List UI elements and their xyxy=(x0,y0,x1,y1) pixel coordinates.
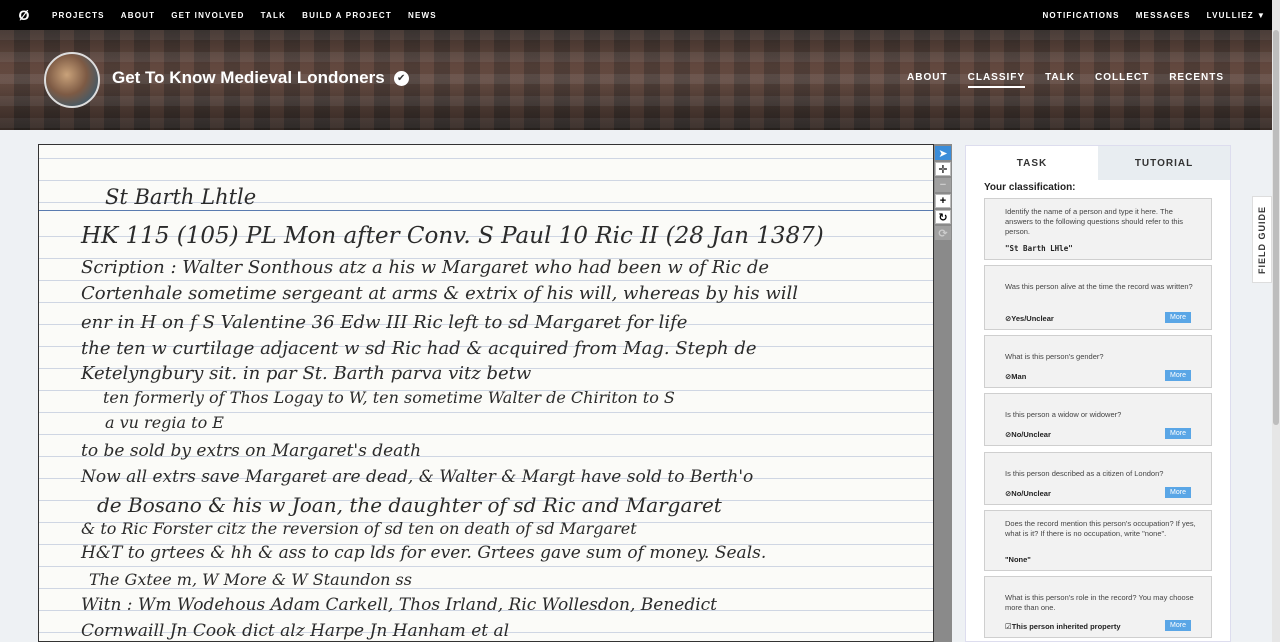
field-guide-label: FIELD GUIDE xyxy=(1257,205,1268,274)
move-icon[interactable]: ✛ xyxy=(935,162,951,176)
minus-icon[interactable]: − xyxy=(935,178,951,192)
image-toolbar: ➤ ✛ − + ↻ ⟳ xyxy=(934,144,952,642)
verified-check-icon: ✔ xyxy=(393,70,409,86)
question-card[interactable]: Identify the name of a person and type i… xyxy=(984,198,1212,260)
rotate-icon[interactable]: ↻ xyxy=(935,210,951,224)
tab-task[interactable]: TASK xyxy=(966,146,1098,180)
top-nav: Ø PROJECTS ABOUT GET INVOLVED TALK BUILD… xyxy=(0,0,1280,30)
more-button[interactable]: More xyxy=(1165,370,1191,381)
question-text: What is this person's gender? xyxy=(1005,352,1104,361)
handwritten-line: The Gxtee m, W More & W Staundon ss xyxy=(89,570,412,589)
question-card[interactable]: Was this person alive at the time the re… xyxy=(984,265,1212,330)
question-answer: ⊘No/Unclear xyxy=(1005,489,1051,498)
tab-tutorial[interactable]: TUTORIAL xyxy=(1098,146,1230,180)
project-nav-about[interactable]: ABOUT xyxy=(907,72,948,88)
handwritten-line: HK 115 (105) PL Mon after Conv. S Paul 1… xyxy=(81,223,824,249)
project-title[interactable]: Get To Know Medieval Londoners ✔ xyxy=(112,68,409,88)
question-text: Is this person a widow or widower? xyxy=(1005,410,1122,419)
pointer-icon[interactable]: ➤ xyxy=(935,146,951,160)
question-card[interactable]: Is this person a widow or widower? ⊘No/U… xyxy=(984,393,1212,446)
handwritten-line: Now all extrs save Margaret are dead, & … xyxy=(81,467,754,487)
nav-news[interactable]: NEWS xyxy=(408,11,437,20)
question-text: What is this person's role in the record… xyxy=(1005,593,1194,612)
project-banner: Get To Know Medieval Londoners ✔ ABOUT C… xyxy=(0,30,1280,130)
panel-tabs: TASK TUTORIAL xyxy=(966,146,1230,180)
handwritten-line: Cortenhale sometime sergeant at arms & e… xyxy=(81,283,799,304)
nav-right: NOTIFICATIONS MESSAGES LVULLIEZ ▼ xyxy=(1026,11,1266,20)
question-text: Is this person described as a citizen of… xyxy=(1005,469,1164,478)
handwritten-line: Witn : Wm Wodehous Adam Carkell, Thos Ir… xyxy=(81,595,717,615)
nav-notifications[interactable]: NOTIFICATIONS xyxy=(1042,11,1119,20)
handwritten-line: enr in H on f S Valentine 36 Edw III Ric… xyxy=(81,312,688,333)
handwritten-line: ten formerly of Thos Logay to W, ten som… xyxy=(103,388,675,407)
nav-messages[interactable]: MESSAGES xyxy=(1136,11,1191,20)
reset-icon[interactable]: ⟳ xyxy=(935,226,951,240)
handwritten-line: & to Ric Forster citz the reversion of s… xyxy=(81,519,637,538)
more-button[interactable]: More xyxy=(1165,487,1191,498)
subject-viewer[interactable]: St Barth Lhtle HK 115 (105) PL Mon after… xyxy=(38,144,934,642)
paper-header-line xyxy=(39,210,933,211)
project-nav-classify[interactable]: CLASSIFY xyxy=(967,72,1026,88)
question-text: Does the record mention this person's oc… xyxy=(1005,519,1196,538)
task-panel: TASK TUTORIAL Your classification: Ident… xyxy=(965,145,1231,642)
handwritten-line: St Barth Lhtle xyxy=(105,185,257,209)
question-card[interactable]: What is this person's role in the record… xyxy=(984,576,1212,638)
plus-icon[interactable]: + xyxy=(935,194,951,208)
chevron-down-icon: ▼ xyxy=(1256,10,1266,20)
project-nav: ABOUT CLASSIFY TALK COLLECT RECENTS xyxy=(887,72,1224,88)
project-title-text: Get To Know Medieval Londoners xyxy=(112,68,385,87)
question-answer: "St Barth LHle" xyxy=(1005,244,1073,253)
project-nav-recents[interactable]: RECENTS xyxy=(1169,72,1224,88)
project-nav-collect[interactable]: COLLECT xyxy=(1095,72,1149,88)
nav-talk[interactable]: TALK xyxy=(261,11,287,20)
page-scrollbar[interactable] xyxy=(1272,0,1280,642)
project-nav-talk[interactable]: TALK xyxy=(1045,72,1075,88)
question-text: Identify the name of a person and type i… xyxy=(1005,207,1184,236)
question-answer: ☑This person inherited property xyxy=(1005,622,1121,631)
more-button[interactable]: More xyxy=(1165,620,1191,631)
handwritten-line: Cornwaill Jn Cook dict alz Harpe Jn Hanh… xyxy=(81,621,510,641)
more-button[interactable]: More xyxy=(1165,312,1191,323)
question-answer: ⊘Yes/Unclear xyxy=(1005,314,1054,323)
question-answer: ⊘Man xyxy=(1005,372,1027,381)
question-answer: "None" xyxy=(1005,555,1031,564)
handwritten-line: Scription : Walter Sonthous atz a his w … xyxy=(81,257,770,278)
handwritten-line: Ketelyngbury sit. in par St. Barth parva… xyxy=(81,363,532,384)
classification-label: Your classification: xyxy=(984,182,1076,193)
question-card[interactable]: What is this person's gender? ⊘Man More xyxy=(984,335,1212,388)
username: LVULLIEZ xyxy=(1206,10,1254,20)
nav-about[interactable]: ABOUT xyxy=(121,11,155,20)
scrollbar-thumb[interactable] xyxy=(1273,30,1279,425)
handwritten-line: H&T to grtees & hh & ass to cap lds for … xyxy=(81,543,767,563)
handwritten-line: the ten w curtilage adjacent w sd Ric ha… xyxy=(81,338,757,359)
nav-projects[interactable]: PROJECTS xyxy=(52,11,105,20)
handwritten-line: de Bosano & his w Joan, the daughter of … xyxy=(97,493,722,517)
handwritten-line: a vu regia to E xyxy=(105,413,224,432)
nav-build-a-project[interactable]: BUILD A PROJECT xyxy=(302,11,392,20)
question-card[interactable]: Does the record mention this person's oc… xyxy=(984,510,1212,571)
question-text: Was this person alive at the time the re… xyxy=(1005,282,1193,291)
handwritten-line: to be sold by extrs on Margaret's death xyxy=(81,441,422,461)
nav-get-involved[interactable]: GET INVOLVED xyxy=(171,11,244,20)
more-button[interactable]: More xyxy=(1165,428,1191,439)
project-avatar[interactable] xyxy=(44,52,100,108)
zooniverse-logo-icon[interactable]: Ø xyxy=(12,7,36,23)
field-guide-tab[interactable]: FIELD GUIDE xyxy=(1252,196,1272,283)
question-card[interactable]: Is this person described as a citizen of… xyxy=(984,452,1212,505)
question-answer: ⊘No/Unclear xyxy=(1005,430,1051,439)
user-menu[interactable]: LVULLIEZ ▼ xyxy=(1207,11,1266,20)
